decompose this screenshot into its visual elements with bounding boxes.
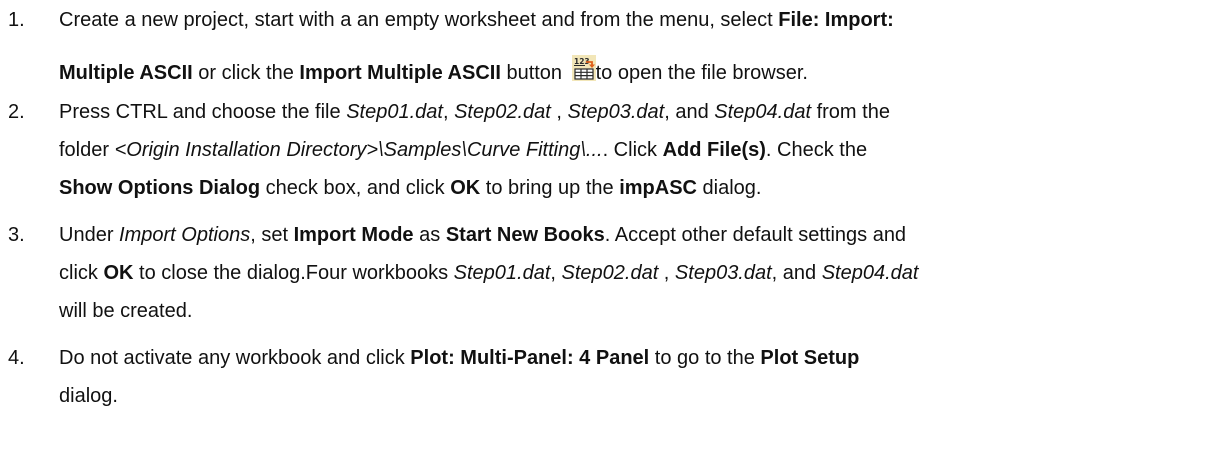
step-number: 2. [8, 101, 25, 123]
step-line: Press CTRL and choose the file Step01.da… [59, 101, 890, 123]
step-number: 1. [8, 9, 25, 31]
step-line: Create a new project, start with a an em… [59, 9, 894, 31]
step-line: folder <Origin Installation Directory>\S… [59, 139, 868, 161]
step-line: Multiple ASCII or click the Import Multi… [59, 55, 808, 84]
step-line: click OK to close the dialog.Four workbo… [59, 262, 919, 284]
import-multiple-ascii-icon[interactable]: 123 [571, 55, 596, 81]
step-number: 4. [8, 347, 25, 369]
step-line: Under Import Options, set Import Mode as… [59, 224, 907, 246]
step-line: Show Options Dialog check box, and click… [59, 177, 762, 199]
step-line: Do not activate any workbook and click P… [59, 347, 860, 369]
step-number: 3. [8, 224, 25, 246]
step-line: will be created. [59, 300, 193, 322]
step-line: dialog. [59, 385, 118, 407]
